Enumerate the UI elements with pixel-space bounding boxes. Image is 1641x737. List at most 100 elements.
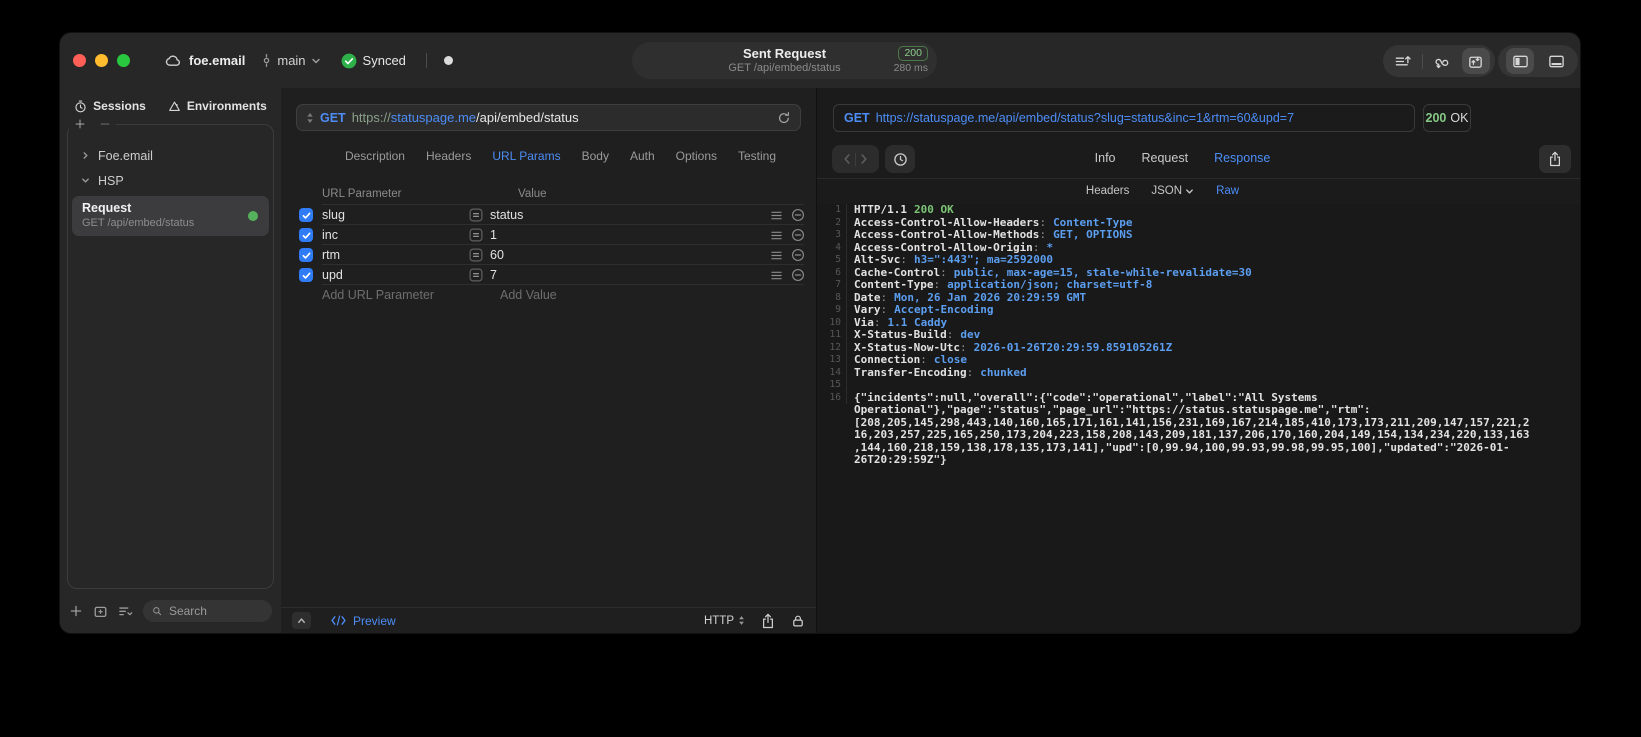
lock-icon[interactable] (791, 614, 805, 628)
tab-request[interactable]: Request (1142, 151, 1189, 165)
tab-headers[interactable]: Headers (426, 149, 471, 163)
footer-right-group: HTTP (704, 613, 805, 629)
tab-sessions[interactable]: Sessions (74, 99, 146, 113)
merge-loop-icon (1434, 53, 1451, 70)
chevron-down-icon (81, 176, 90, 185)
url-text: https://statuspage.me/api/embed/status (352, 110, 579, 125)
equals-box-icon (469, 268, 483, 282)
export-list-button[interactable] (1388, 48, 1416, 74)
sent-url-field[interactable]: GET https://statuspage.me/api/embed/stat… (833, 104, 1415, 132)
line-number: 11 (817, 329, 847, 342)
view-tab-headers[interactable]: Headers (1086, 185, 1129, 197)
param-name-cell[interactable]: upd (322, 268, 469, 282)
param-checkbox[interactable] (299, 268, 313, 282)
tab-info[interactable]: Info (1095, 151, 1116, 165)
param-value-cell[interactable]: 60 (490, 248, 816, 262)
raw-response-view[interactable]: 1 HTTP/1.1 200 OK 2 Access-Control-Allow-H… (817, 204, 1580, 633)
param-value-cell[interactable]: status (490, 208, 816, 222)
add-request-icon[interactable] (69, 604, 83, 618)
view-tab-raw-label: Raw (1216, 185, 1240, 197)
environments-icon (168, 100, 181, 113)
tab-url-params[interactable]: URL Params (492, 149, 560, 163)
param-name-cell[interactable]: inc (322, 228, 469, 242)
toggle-sidebar-button[interactable] (1506, 48, 1534, 74)
tab-options[interactable]: Options (676, 149, 717, 163)
new-group-icon[interactable] (93, 604, 108, 619)
tree-item-hsp[interactable]: HSP (68, 168, 273, 193)
tree-item-foe-email[interactable]: Foe.email (68, 143, 273, 168)
record-dot-icon[interactable] (443, 56, 453, 65)
remove-row-icon[interactable] (791, 248, 805, 262)
preview-button[interactable]: Preview (330, 614, 396, 628)
line-number: 8 (817, 291, 847, 304)
zoom-window-button[interactable] (117, 54, 130, 67)
row-options-icon[interactable] (771, 210, 782, 221)
remove-session-icon[interactable] (99, 118, 111, 130)
titlebar-separator (425, 53, 427, 68)
param-value-cell[interactable]: 1 (490, 228, 816, 242)
header-value: GET, OPTIONS (1053, 228, 1133, 241)
add-param-row: Add URL Parameter Add Value (281, 285, 816, 305)
tab-testing[interactable]: Testing (738, 149, 776, 163)
header-name: Access-Control-Allow-Headers (854, 216, 1046, 229)
sent-request-capsule[interactable]: Sent Request GET /api/embed/status 200 2… (632, 42, 937, 79)
param-name-cell[interactable]: slug (322, 208, 469, 222)
import-requests-button[interactable] (1461, 48, 1490, 74)
share-icon[interactable] (761, 613, 775, 629)
resend-request-icon[interactable] (777, 111, 791, 125)
param-checkbox[interactable] (299, 208, 313, 222)
param-value-cell[interactable]: 7 (490, 268, 816, 282)
view-tab-raw[interactable]: Raw (1216, 185, 1239, 197)
sent-request-title: Sent Request (742, 45, 827, 61)
request-list-item-selected[interactable]: Request GET /api/embed/status (72, 196, 269, 236)
view-tab-json[interactable]: JSON (1151, 185, 1194, 197)
param-checkbox[interactable] (299, 228, 313, 242)
chevron-up-icon (296, 615, 307, 626)
search-input[interactable] (166, 603, 263, 619)
tab-response[interactable]: Response (1214, 151, 1270, 165)
sync-status[interactable]: Synced (341, 53, 406, 69)
param-row: upd 7 (281, 265, 816, 285)
add-param-placeholder[interactable]: Add URL Parameter (322, 288, 434, 302)
header-name: Access-Control-Allow-Methods (854, 228, 1046, 241)
check-icon (301, 230, 312, 241)
method-label[interactable]: GET (320, 111, 346, 125)
row-options-icon[interactable] (771, 250, 782, 261)
row-options-icon[interactable] (771, 230, 782, 241)
minimize-window-button[interactable] (95, 54, 108, 67)
request-editor-footer: Preview HTTP (281, 607, 816, 633)
export-response-button[interactable] (1539, 145, 1571, 173)
check-icon (301, 250, 312, 261)
view-tab-headers-label: Headers (1085, 185, 1130, 197)
protocol-selector[interactable]: HTTP (704, 615, 745, 627)
toggle-bottom-panel-button[interactable] (1542, 48, 1570, 74)
cloud-icon (164, 53, 181, 68)
search-field[interactable] (143, 600, 272, 622)
param-name-cell[interactable]: rtm (322, 248, 469, 262)
remove-row-icon[interactable] (791, 228, 805, 242)
tab-auth[interactable]: Auth (630, 149, 655, 163)
request-duration: 280 ms (893, 62, 928, 74)
remove-row-icon[interactable] (791, 208, 805, 222)
header-name: Transfer-Encoding (854, 366, 973, 379)
row-options-icon[interactable] (771, 270, 782, 281)
branch-selector[interactable]: main (261, 53, 320, 68)
merge-flow-button[interactable] (1428, 48, 1456, 74)
tab-environments[interactable]: Environments (168, 99, 267, 113)
line-number: 15 (817, 379, 847, 392)
line-number: 4 (817, 241, 847, 254)
sort-filter-icon[interactable] (118, 604, 133, 619)
close-window-button[interactable] (73, 54, 86, 67)
remove-row-icon[interactable] (791, 268, 805, 282)
tab-description[interactable]: Description (345, 149, 405, 163)
add-session-icon[interactable] (74, 118, 86, 130)
header-value: close (933, 353, 967, 366)
param-checkbox[interactable] (299, 248, 313, 262)
tab-body[interactable]: Body (582, 149, 609, 163)
header-name: X-Status-Build (854, 328, 953, 341)
method-stepper-icon[interactable] (306, 112, 314, 124)
import-box-icon (1467, 53, 1484, 70)
url-input[interactable]: GET https://statuspage.me/api/embed/stat… (296, 104, 801, 131)
add-value-placeholder[interactable]: Add Value (500, 288, 557, 302)
reveal-panel-button[interactable] (292, 612, 311, 629)
